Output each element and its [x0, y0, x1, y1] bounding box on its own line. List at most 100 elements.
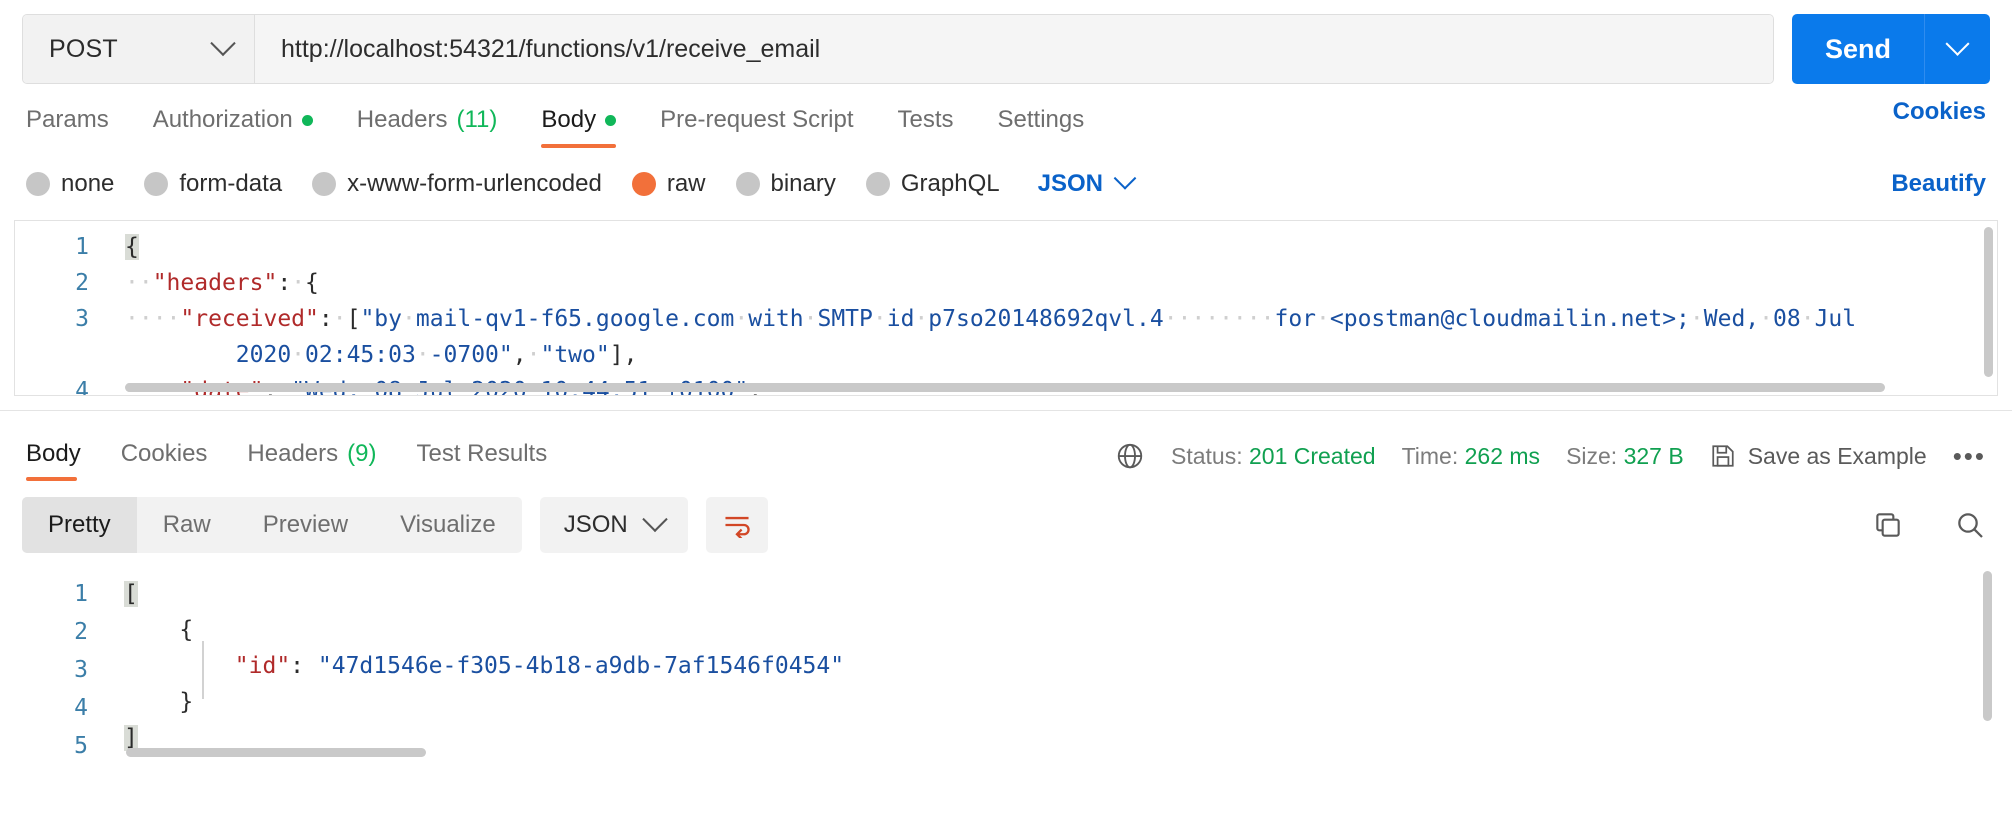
request-editor-scrollbar-horizontal[interactable]	[125, 383, 1885, 392]
response-viewer-gutter: 1 2 3 4 5	[14, 567, 110, 759]
tab-authorization[interactable]: Authorization	[131, 92, 335, 148]
view-mode-raw[interactable]: Raw	[137, 497, 237, 553]
line-number: 2	[74, 619, 88, 645]
response-tab-cookies[interactable]: Cookies	[101, 425, 228, 483]
tab-tests[interactable]: Tests	[876, 92, 976, 148]
chevron-down-icon	[1113, 167, 1137, 190]
code-line: 2020·02:45:03·-0700",·"two"],	[235, 342, 638, 368]
copy-icon[interactable]	[1872, 509, 1904, 541]
line-number: 3	[74, 657, 88, 683]
body-type-label: binary	[770, 170, 836, 197]
url-input[interactable]: http://localhost:54321/functions/v1/rece…	[255, 15, 1773, 83]
view-mode-pretty[interactable]: Pretty	[22, 497, 137, 553]
response-actions	[1872, 509, 1986, 541]
body-type-none[interactable]: none	[26, 170, 114, 198]
tab-body[interactable]: Body	[519, 92, 638, 148]
save-disk-icon	[1712, 445, 1734, 467]
time-value: 262 ms	[1464, 442, 1541, 469]
response-format-selector[interactable]: JSON	[539, 497, 688, 553]
request-tabs: Params Authorization Headers (11) Body P…	[0, 86, 2012, 148]
code-line: ····"received":·["by·mail-qv1-f65.google…	[125, 306, 1857, 332]
size-value: 327 B	[1623, 442, 1684, 469]
radio-selected-icon	[631, 172, 656, 196]
search-icon[interactable]	[1954, 509, 1986, 541]
tab-params[interactable]: Params	[22, 92, 131, 148]
size-stat: Size: 327 B	[1566, 443, 1684, 470]
line-number: 4	[74, 695, 88, 721]
globe-icon[interactable]	[1115, 441, 1145, 471]
body-type-label: raw	[666, 170, 706, 197]
tab-label: Pre-request Script	[660, 106, 854, 133]
headers-count: (11)	[456, 106, 498, 133]
url-combo: POST http://localhost:54321/functions/v1…	[22, 14, 1774, 84]
response-stats: Status: 201 Created Time: 262 ms Size: 3…	[1115, 441, 1986, 471]
radio-icon	[144, 172, 169, 196]
response-tab-test-results[interactable]: Test Results	[396, 425, 567, 483]
tab-label: Cookies	[120, 440, 208, 467]
view-mode-preview[interactable]: Preview	[237, 497, 374, 553]
response-body-code[interactable]: [ { "id": "47d1546e-f305-4b18-a9db-7af15…	[124, 575, 1968, 757]
send-group: Send	[1792, 14, 1990, 84]
response-scrollbar-vertical[interactable]	[1983, 571, 1992, 721]
tab-pre-request-script[interactable]: Pre-request Script	[638, 92, 875, 148]
ellipsis-icon[interactable]: •••	[1953, 443, 1986, 469]
tab-label: Body	[541, 106, 597, 133]
tab-settings[interactable]: Settings	[976, 92, 1107, 148]
line-number: 1	[74, 581, 88, 607]
send-button[interactable]: Send	[1792, 14, 1924, 84]
modified-dot-icon	[301, 114, 313, 126]
response-meta-bar: Body Cookies Headers (9) Test Results St…	[0, 411, 2012, 483]
response-id-value: "47d1546e-f305-4b18-a9db-7af1546f0454"	[317, 653, 845, 679]
method-selector[interactable]: POST	[23, 15, 255, 83]
response-format-label: JSON	[563, 511, 628, 538]
modified-dot-icon	[605, 114, 617, 126]
cookies-link[interactable]: Cookies	[1893, 98, 1986, 126]
url-bar-row: POST http://localhost:54321/functions/v1…	[0, 0, 2012, 86]
postman-request-response-pane: POST http://localhost:54321/functions/v1…	[0, 0, 2012, 824]
code-line: ··"headers":·{	[125, 270, 319, 296]
code-line: {	[179, 617, 194, 643]
url-text: http://localhost:54321/functions/v1/rece…	[281, 34, 821, 63]
code-line: [	[124, 581, 138, 607]
radio-icon	[735, 172, 760, 196]
beautify-button[interactable]: Beautify	[1891, 170, 1986, 198]
save-as-example-button[interactable]: Save as Example	[1710, 443, 1927, 470]
response-tab-headers[interactable]: Headers (9)	[227, 425, 396, 483]
chevron-down-icon	[641, 506, 668, 533]
word-wrap-toggle[interactable]	[705, 497, 768, 553]
tab-headers[interactable]: Headers (11)	[335, 92, 520, 148]
body-type-binary[interactable]: binary	[735, 170, 836, 198]
chevron-down-icon	[1945, 31, 1970, 56]
body-type-row: none form-data x-www-form-urlencoded raw…	[0, 148, 2012, 220]
tab-label: Body	[26, 440, 81, 467]
word-wrap-icon	[725, 516, 750, 538]
method-label: POST	[49, 34, 118, 63]
headers-count: (9)	[347, 440, 377, 467]
request-body-code[interactable]: { ··"headers":·{ ····"received":·["by·mail…	[125, 229, 1967, 395]
radio-icon	[865, 172, 890, 196]
response-tab-body[interactable]: Body	[22, 425, 101, 483]
send-options-button[interactable]	[1924, 14, 1990, 84]
line-number: 1	[75, 234, 89, 260]
raw-format-selector[interactable]: JSON	[1038, 167, 1137, 198]
view-mode-visualize[interactable]: Visualize	[374, 497, 522, 553]
response-view-mode-group: Pretty Raw Preview Visualize	[22, 497, 522, 553]
body-type-raw[interactable]: raw	[631, 170, 706, 198]
line-number: 3	[75, 306, 89, 332]
request-editor-gutter: 1 2 3 4	[15, 221, 111, 395]
line-number: 5	[74, 733, 88, 759]
radio-icon	[312, 172, 337, 196]
body-type-x-www-form-urlencoded[interactable]: x-www-form-urlencoded	[312, 170, 602, 198]
time-label: Time:	[1401, 442, 1459, 469]
time-stat: Time: 262 ms	[1402, 443, 1540, 470]
code-line: {	[125, 234, 139, 260]
chevron-down-icon	[210, 30, 236, 57]
request-editor-scrollbar-vertical[interactable]	[1984, 227, 1993, 377]
request-body-editor[interactable]: 1 2 3 4 { ··"headers":·{ ····"received":·[…	[14, 220, 1998, 396]
response-body-viewer[interactable]: 1 2 3 4 5 [ { "id": "47d1546e-f305-4b18-…	[14, 567, 1998, 759]
response-scrollbar-horizontal[interactable]	[126, 748, 426, 757]
body-type-graphql[interactable]: GraphQL	[865, 170, 1000, 198]
status-stat: Status: 201 Created	[1171, 443, 1376, 470]
response-view-toolbar: Pretty Raw Preview Visualize JSON	[0, 483, 2012, 567]
body-type-form-data[interactable]: form-data	[144, 170, 282, 198]
